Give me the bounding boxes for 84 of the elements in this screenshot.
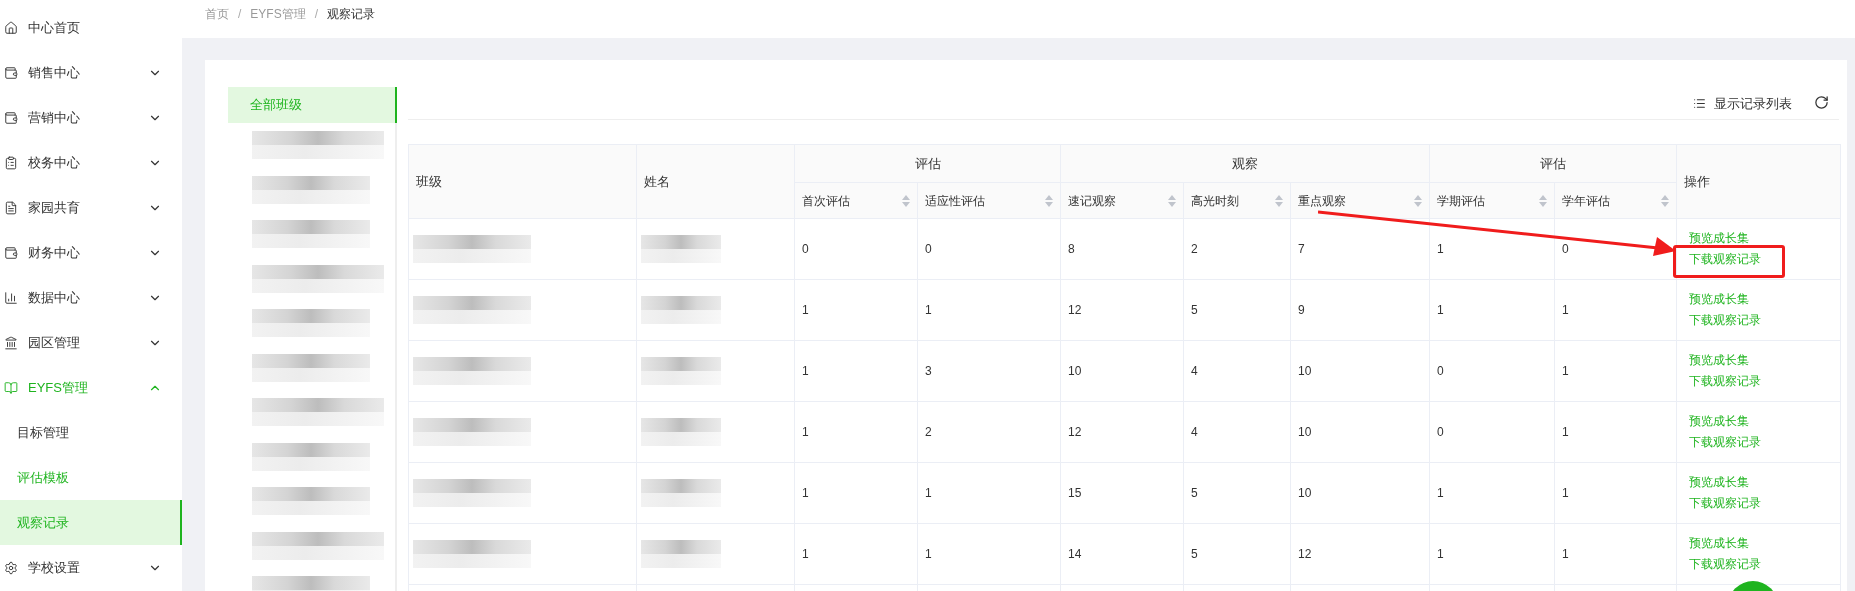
show-record-list-button[interactable]: 显示记录列表 xyxy=(1693,94,1792,114)
sort-icon[interactable] xyxy=(1661,194,1669,207)
bar-chart-icon xyxy=(4,290,18,305)
table-cell: 1 xyxy=(794,462,918,524)
wallet-icon xyxy=(4,110,18,125)
table-cell: 1 xyxy=(794,401,918,463)
table-cell: 2 xyxy=(1183,218,1291,280)
table-cell: 5 xyxy=(1183,462,1291,524)
table-cell: 12 xyxy=(1290,523,1430,585)
sortable-column-header[interactable]: 适应性评估 xyxy=(917,182,1061,219)
clipboard-icon xyxy=(4,155,18,170)
sidebar-item[interactable]: 销售中心 xyxy=(0,50,182,95)
table-cell: 8 xyxy=(1060,218,1184,280)
table-cell: 10 xyxy=(1290,401,1430,463)
table-cell: 1 xyxy=(1429,279,1555,341)
refresh-icon[interactable] xyxy=(1814,95,1829,110)
group-header: 评估 xyxy=(1429,144,1677,183)
group-header: 评估 xyxy=(794,144,1061,183)
table-cell: 1 xyxy=(1554,462,1677,524)
breadcrumb-separator: / xyxy=(314,6,319,23)
table-cell: 0 xyxy=(917,218,1061,280)
table-cell: 2 xyxy=(917,401,1061,463)
sortable-column-header[interactable]: 重点观察 xyxy=(1290,182,1430,219)
table-cell: 0 xyxy=(1429,340,1555,402)
breadcrumb-item: 观察记录 xyxy=(327,6,376,23)
sidebar-item[interactable]: 中心首页 xyxy=(0,5,182,50)
table-cell: 10 xyxy=(1290,340,1430,402)
sort-icon[interactable] xyxy=(1275,194,1283,207)
table-cell: 12 xyxy=(1060,279,1184,341)
column-header: 姓名 xyxy=(636,144,795,219)
sortable-column-header[interactable]: 学期评估 xyxy=(1429,182,1555,219)
sidebar-item[interactable]: 校务中心 xyxy=(0,140,182,185)
table-cell: 12 xyxy=(1060,401,1184,463)
sort-icon[interactable] xyxy=(902,194,910,207)
sortable-column-header[interactable]: 高光时刻 xyxy=(1183,182,1291,219)
table-cell: 1 xyxy=(1429,523,1555,585)
table-cell: 1 xyxy=(794,523,918,585)
sidebar-item[interactable]: 财务中心 xyxy=(0,230,182,275)
wallet-icon xyxy=(4,65,18,80)
sidebar-item[interactable]: 园区管理 xyxy=(0,320,182,365)
table-cell: 5 xyxy=(1183,279,1291,341)
table-cell: 15 xyxy=(1060,462,1184,524)
table-cell: 1 xyxy=(1429,462,1555,524)
sort-icon[interactable] xyxy=(1539,194,1547,207)
sidebar-item[interactable]: 家园共育 xyxy=(0,185,182,230)
table-cell: 10 xyxy=(1060,340,1184,402)
table-cell: 4 xyxy=(1183,401,1291,463)
sortable-column-header[interactable]: 首次评估 xyxy=(794,182,918,219)
table-cell: 0 xyxy=(794,218,918,280)
sortable-column-header[interactable]: 速记观察 xyxy=(1060,182,1184,219)
bank-icon xyxy=(4,335,18,350)
group-header: 观察 xyxy=(1060,144,1430,183)
sidebar-item[interactable]: 学校设置 xyxy=(0,545,182,590)
table-cell: 5 xyxy=(1183,523,1291,585)
sort-icon[interactable] xyxy=(1045,194,1053,207)
sidebar-item[interactable]: 数据中心 xyxy=(0,275,182,320)
submenu-item[interactable]: 目标管理 xyxy=(0,410,182,455)
wallet-icon xyxy=(4,245,18,260)
table-cell: 3 xyxy=(917,340,1061,402)
table-cell: 7 xyxy=(1290,218,1430,280)
table-cell: 1 xyxy=(917,523,1061,585)
sort-icon[interactable] xyxy=(1168,194,1176,207)
sort-icon[interactable] xyxy=(1414,194,1422,207)
table-cell: 1 xyxy=(1554,523,1677,585)
table-cell: 9 xyxy=(1290,279,1430,341)
column-header: 操作 xyxy=(1676,144,1841,219)
table-cell: 4 xyxy=(1183,340,1291,402)
table-cell: 1 xyxy=(794,279,918,341)
table-cell: 0 xyxy=(1429,401,1555,463)
settings-icon xyxy=(4,560,18,575)
table-cell: 1 xyxy=(1554,279,1677,341)
book-icon xyxy=(4,380,18,395)
table-cell: 10 xyxy=(1290,462,1430,524)
table-cell: 1 xyxy=(1554,340,1677,402)
home-icon xyxy=(4,20,18,35)
breadcrumb-separator: / xyxy=(238,6,242,23)
sidebar-item[interactable]: 营销中心 xyxy=(0,95,182,140)
table-cell: 14 xyxy=(1060,523,1184,585)
table-cell: 1 xyxy=(794,340,918,402)
table-cell: 1 xyxy=(917,279,1061,341)
table-cell: 1 xyxy=(1429,218,1555,280)
table-cell: 1 xyxy=(917,462,1061,524)
table-cell: 1 xyxy=(1554,401,1677,463)
column-header: 班级 xyxy=(408,144,637,219)
